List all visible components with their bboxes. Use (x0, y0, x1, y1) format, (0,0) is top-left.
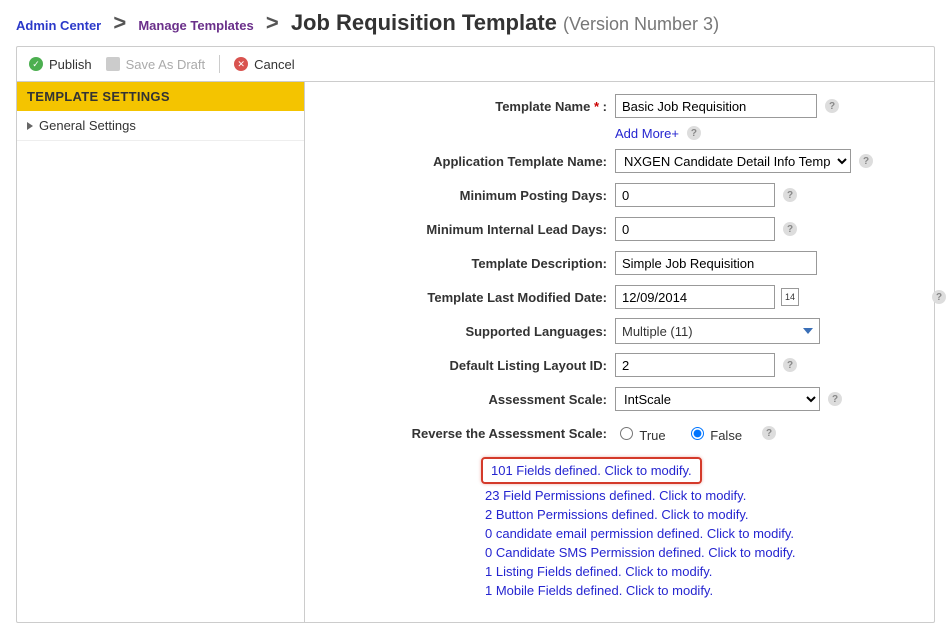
breadcrumb: Admin Center > Manage Templates > Job Re… (0, 0, 951, 46)
candidate-sms-permission-link[interactable]: 0 Candidate SMS Permission defined. Clic… (485, 545, 795, 560)
sidebar: TEMPLATE SETTINGS General Settings (17, 82, 305, 622)
help-icon[interactable]: ? (859, 154, 873, 168)
reverse-true-radio[interactable] (620, 427, 633, 440)
sidebar-item-general-settings[interactable]: General Settings (17, 111, 304, 141)
breadcrumb-templates[interactable]: Manage Templates (138, 18, 253, 33)
desc-input[interactable] (615, 251, 817, 275)
toolbar: ✓ Publish Save As Draft ✕ Cancel (17, 47, 934, 82)
help-icon[interactable]: ? (825, 99, 839, 113)
close-icon: ✕ (234, 57, 248, 71)
desc-label: Template Description: (315, 256, 615, 271)
langs-label: Supported Languages: (315, 324, 615, 339)
save-icon (106, 57, 120, 71)
template-name-label: Template Name * : (315, 99, 615, 114)
min-posting-label: Minimum Posting Days: (315, 188, 615, 203)
breadcrumb-version: (Version Number 3) (563, 14, 719, 34)
mod-date-input[interactable] (615, 285, 775, 309)
help-icon[interactable]: ? (932, 290, 946, 304)
field-permissions-link[interactable]: 23 Field Permissions defined. Click to m… (485, 488, 746, 503)
min-internal-label: Minimum Internal Lead Days: (315, 222, 615, 237)
help-icon[interactable]: ? (762, 426, 776, 440)
cancel-button[interactable]: ✕ Cancel (234, 57, 294, 72)
button-permissions-link[interactable]: 2 Button Permissions defined. Click to m… (485, 507, 749, 522)
help-icon[interactable]: ? (687, 126, 701, 140)
app-template-label: Application Template Name: (315, 154, 615, 169)
fields-defined-link[interactable]: 101 Fields defined. Click to modify. (491, 463, 692, 478)
add-more-link[interactable]: Add More+ (615, 126, 679, 141)
languages-select[interactable]: Multiple (11) (615, 318, 820, 344)
cancel-label: Cancel (254, 57, 294, 72)
breadcrumb-admin[interactable]: Admin Center (16, 18, 101, 33)
sidebar-header: TEMPLATE SETTINGS (17, 82, 304, 111)
fields-link-highlight: 101 Fields defined. Click to modify. (481, 457, 702, 484)
save-draft-button: Save As Draft (106, 57, 205, 72)
help-icon[interactable]: ? (828, 392, 842, 406)
scale-select[interactable]: IntScale (615, 387, 820, 411)
candidate-email-permission-link[interactable]: 0 candidate email permission defined. Cl… (485, 526, 794, 541)
reverse-true-option[interactable]: True (615, 424, 666, 443)
chevron-down-icon (803, 328, 813, 334)
chevron-right-icon (27, 122, 33, 130)
layout-label: Default Listing Layout ID: (315, 358, 615, 373)
mobile-fields-link[interactable]: 1 Mobile Fields defined. Click to modify… (485, 583, 713, 598)
calendar-icon[interactable]: 14 (781, 288, 799, 306)
template-name-input[interactable] (615, 94, 817, 118)
help-icon[interactable]: ? (783, 188, 797, 202)
form-area: Template Name * : ? Add More+ ? Applicat… (305, 82, 951, 622)
min-posting-input[interactable] (615, 183, 775, 207)
mod-date-label: Template Last Modified Date: (315, 290, 615, 305)
reverse-false-option[interactable]: False (686, 424, 742, 443)
app-template-select[interactable]: NXGEN Candidate Detail Info Template (615, 149, 851, 173)
listing-fields-link[interactable]: 1 Listing Fields defined. Click to modif… (485, 564, 712, 579)
save-draft-label: Save As Draft (126, 57, 205, 72)
reverse-label: Reverse the Assessment Scale: (315, 426, 615, 441)
main-panel: ✓ Publish Save As Draft ✕ Cancel TEMPLAT… (16, 46, 935, 623)
languages-value: Multiple (11) (622, 324, 693, 339)
publish-button[interactable]: ✓ Publish (29, 57, 92, 72)
scale-label: Assessment Scale: (315, 392, 615, 407)
breadcrumb-page: Job Requisition Template (291, 10, 557, 35)
layout-input[interactable] (615, 353, 775, 377)
sidebar-item-label: General Settings (39, 118, 136, 133)
check-icon: ✓ (29, 57, 43, 71)
help-icon[interactable]: ? (783, 222, 797, 236)
reverse-false-radio[interactable] (691, 427, 704, 440)
help-icon[interactable]: ? (783, 358, 797, 372)
publish-label: Publish (49, 57, 92, 72)
min-internal-input[interactable] (615, 217, 775, 241)
